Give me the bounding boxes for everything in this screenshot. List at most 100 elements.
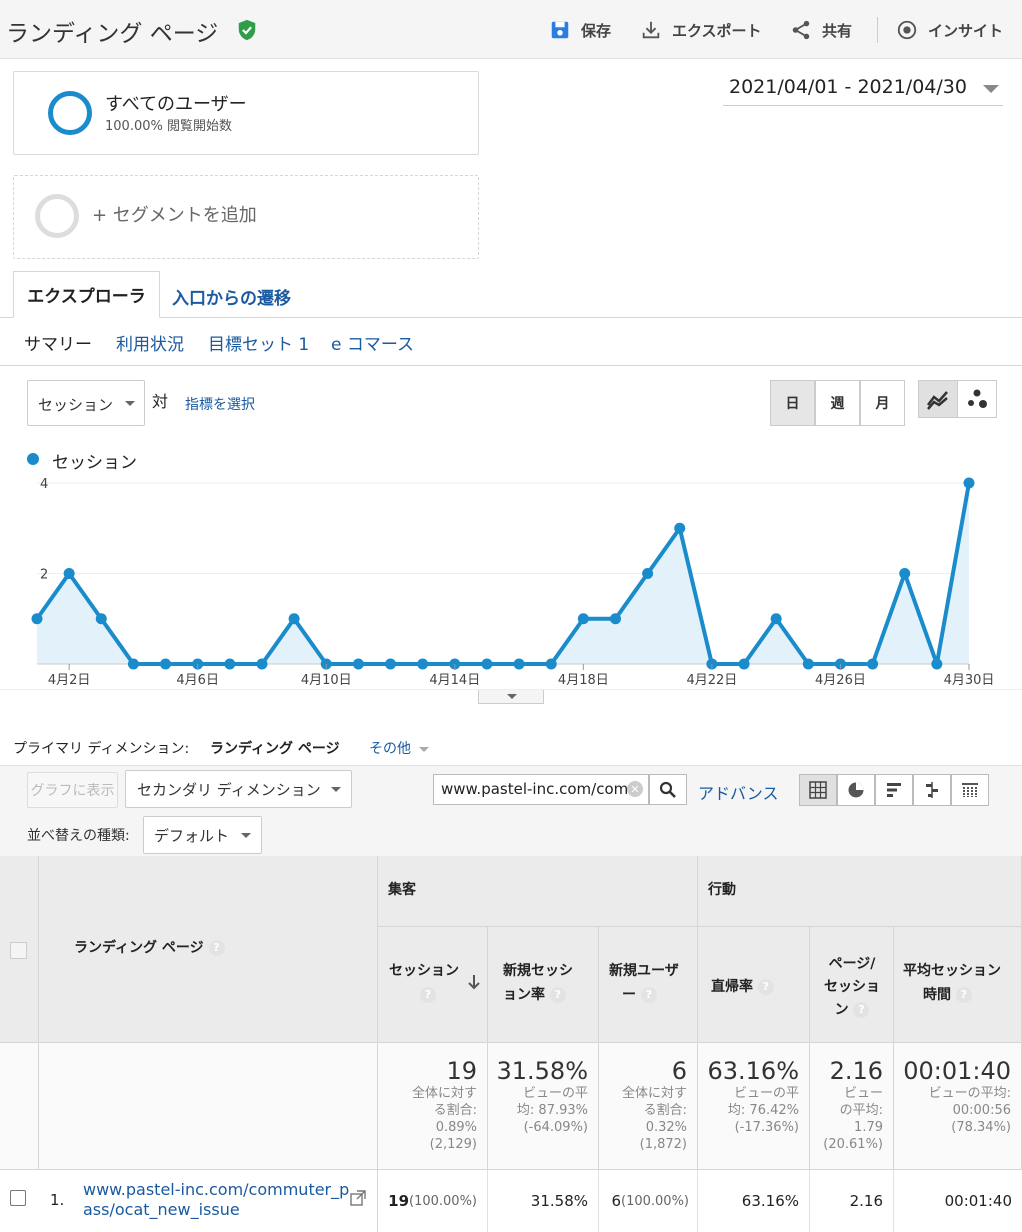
totals-sessions-note: 全体に対す [411,1086,477,1101]
help-icon[interactable]: ? [420,987,436,1003]
view-pie-button[interactable] [837,774,875,806]
data-point[interactable] [931,658,943,670]
sort-type-select[interactable]: デフォルト [143,816,262,854]
col-bounce-header[interactable]: 直帰率 ? [698,927,810,1043]
help-icon[interactable]: ? [549,987,566,1003]
period-day-button[interactable]: 日 [770,380,815,426]
totals-new-session-rate-value: 31.58% [496,1057,588,1085]
save-button[interactable]: 保存 [549,18,611,42]
chevron-down-icon [419,746,430,752]
period-week-button[interactable]: 週 [815,380,860,426]
totals-duration-note: 00:00:56 [952,1103,1011,1118]
col-sessions-header[interactable]: セッション ? [378,927,488,1043]
acquisition-group-header: 集客 [378,856,698,927]
data-point[interactable] [802,658,814,670]
select-all-checkbox[interactable] [10,942,27,959]
dimension-header-cell[interactable]: ランディング ページ ? [39,856,378,1043]
data-point[interactable] [481,658,493,670]
data-point[interactable] [642,568,654,579]
data-point[interactable] [513,658,525,670]
share-button[interactable]: 共有 [790,18,852,42]
view-table-button[interactable] [799,774,837,806]
advanced-filter-link[interactable]: アドバンス [698,780,778,804]
data-point[interactable] [160,658,172,670]
secondary-dimension-select[interactable]: セカンダリ ディメンション [125,770,352,808]
view-pivot-button[interactable] [951,774,989,806]
data-point[interactable] [31,613,43,625]
row-landing-page-link[interactable]: www.pastel-inc.com/commuter_p ass/ocat_ne… [83,1180,349,1220]
row-checkbox[interactable] [10,1190,26,1206]
subtab-usage[interactable]: 利用状況 [116,330,184,355]
chart-expander-handle[interactable] [478,690,544,704]
motion-chart-button[interactable] [957,380,997,418]
help-icon[interactable]: ? [757,979,774,995]
export-button[interactable]: エクスポート [640,18,762,42]
view-comparison-button[interactable] [913,774,951,806]
data-point[interactable] [899,568,911,579]
totals-bounce-note: (-17.36%) [734,1120,799,1135]
data-point[interactable] [867,658,879,670]
open-external-icon[interactable] [350,1190,366,1206]
view-performance-button[interactable] [875,774,913,806]
row-sessions-cell: 19 (100.00%) [378,1170,488,1232]
data-point[interactable] [256,658,268,670]
x-tick-label: 4月6日 [176,673,219,688]
date-range-picker[interactable]: 2021/04/01 - 2021/04/30 [723,74,1003,106]
col-avg-duration-header[interactable]: 平均セッション 時間 ? [894,927,1022,1043]
secondary-dimension-label: セカンダリ ディメンション [137,780,321,799]
totals-duration-value: 00:01:40 [903,1057,1011,1085]
header-divider [877,17,878,43]
segment-name: すべてのユーザー [105,94,247,115]
select-metric-link[interactable]: 指標を選択 [185,394,255,414]
table-search-input[interactable]: www.pastel-inc.com/com [433,774,649,805]
primary-dimension-other[interactable]: その他 [369,738,430,758]
data-point[interactable] [127,658,139,670]
help-icon[interactable]: ? [955,987,972,1003]
subtab-goal-set-1[interactable]: 目標セット 1 [208,330,309,355]
data-point[interactable] [674,522,686,534]
data-point[interactable] [770,613,782,625]
primary-dimension-value[interactable]: ランディング ページ [210,738,340,758]
help-icon[interactable]: ? [640,987,657,1003]
add-segment-button[interactable]: + セグメントを追加 [13,175,479,259]
totals-select-cell [0,1043,39,1170]
data-point[interactable] [545,658,557,670]
data-point[interactable] [352,658,364,670]
data-point[interactable] [63,568,75,579]
data-point[interactable] [738,658,750,670]
date-range-value: 2021/04/01 - 2021/04/30 [729,76,967,98]
data-point[interactable] [385,658,397,670]
data-point[interactable] [224,658,236,670]
subtab-ecommerce[interactable]: e コマース [331,330,414,355]
data-point[interactable] [417,658,429,670]
data-point[interactable] [95,613,107,625]
search-button[interactable] [649,774,687,805]
col-pages-per-session-header[interactable]: ページ/セッション ? [810,927,894,1043]
metric-select[interactable]: セッション [27,380,145,426]
pie-chart-icon [848,782,864,798]
subtab-summary[interactable]: サマリー [24,330,92,355]
save-icon [551,21,569,39]
data-point[interactable] [609,613,621,625]
add-segment-label: + セグメントを追加 [92,205,257,226]
clear-search-icon[interactable]: ✕ [627,781,643,797]
col-new-session-rate-header[interactable]: 新規セッシ ョン率 ? [488,927,599,1043]
data-point[interactable] [963,477,975,489]
insight-button[interactable]: インサイト [896,18,1003,42]
period-month-button[interactable]: 月 [860,380,905,426]
help-icon[interactable]: ? [208,940,225,956]
segment-all-users[interactable]: すべてのユーザー 100.00% 閲覧開始数 [13,71,479,155]
tab-explorer[interactable]: エクスプローラ [13,271,160,318]
col-new-users-header[interactable]: 新規ユーザ ー ? [599,927,698,1043]
tab-entrance-flow[interactable]: 入口からの遷移 [172,284,291,309]
data-point[interactable] [577,613,589,625]
line-chart-button[interactable] [918,380,958,418]
download-icon [642,21,660,39]
data-point[interactable] [288,613,300,625]
totals-bounce-value: 63.16% [707,1057,799,1085]
plot-rows-button[interactable]: グラフに表示 [27,772,118,808]
help-icon[interactable]: ? [853,1002,870,1018]
chevron-down-icon [507,694,517,699]
col-new-session-rate-label: 新規セッシ [503,963,573,979]
versus-label: 対 [152,392,169,411]
